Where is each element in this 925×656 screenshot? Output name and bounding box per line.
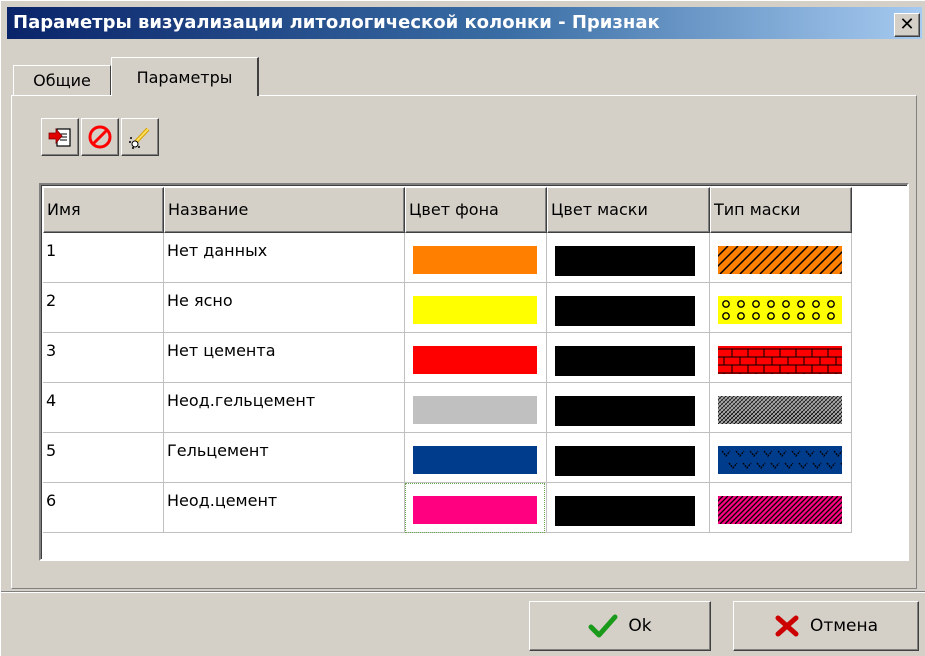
mask-pattern-chevrons	[718, 446, 842, 474]
cell-title-text: Нет цемента	[167, 341, 276, 360]
cell-title-text: Неод.цемент	[167, 491, 278, 510]
import-button[interactable]	[41, 118, 79, 156]
delete-button[interactable]	[81, 118, 119, 156]
cell-mask-color[interactable]	[547, 233, 710, 283]
mask-color-swatch	[555, 346, 695, 376]
column-header-mask-type[interactable]: Тип маски	[710, 187, 852, 233]
column-header-bg-color[interactable]: Цвет фона	[405, 187, 547, 233]
cell-title[interactable]: Не ясно	[164, 283, 405, 333]
cell-bg-color[interactable]	[405, 333, 547, 383]
tab-general-label: Общие	[33, 71, 91, 90]
cell-name-text: 5	[46, 441, 57, 460]
cell-name-text: 4	[46, 391, 57, 410]
mask-color-swatch	[555, 446, 695, 476]
close-button[interactable]: ✕	[894, 13, 920, 37]
cell-name[interactable]: 5	[43, 433, 164, 483]
cell-mask-color[interactable]	[547, 283, 710, 333]
background-color-swatch	[413, 246, 537, 274]
cell-mask-color[interactable]	[547, 433, 710, 483]
cell-title[interactable]: Нет цемента	[164, 333, 405, 383]
cell-mask-color[interactable]	[547, 383, 710, 433]
params-table[interactable]: Имя Название Цвет фона Цвет маски Тип ма…	[39, 183, 909, 561]
cell-name-text: 3	[46, 341, 57, 360]
edit-button[interactable]	[121, 118, 159, 156]
ok-button-label: Ok	[628, 616, 652, 636]
cell-mask-type[interactable]	[710, 283, 852, 333]
cell-mask-color[interactable]	[547, 483, 710, 533]
cell-mask-type[interactable]	[710, 383, 852, 433]
cell-name[interactable]: 6	[43, 483, 164, 533]
mask-pattern-dense-hatch	[718, 496, 842, 524]
mask-color-swatch	[555, 246, 695, 276]
cell-title-text: Не ясно	[167, 291, 233, 310]
footer-divider	[1, 591, 925, 593]
background-color-swatch	[413, 396, 537, 424]
window-title: Параметры визуализации литологической ко…	[13, 12, 660, 33]
mask-pattern-bricks	[718, 346, 842, 374]
cell-mask-type[interactable]	[710, 233, 852, 283]
column-header-name[interactable]: Имя	[43, 187, 164, 233]
tab-general[interactable]: Общие	[13, 65, 111, 95]
column-header-mask-color[interactable]: Цвет маски	[547, 187, 710, 233]
cell-title-text: Гельцемент	[167, 441, 269, 460]
title-bar: Параметры визуализации литологической ко…	[7, 7, 922, 39]
cell-bg-color[interactable]	[405, 283, 547, 333]
tab-parameters-label: Параметры	[136, 67, 233, 87]
mask-color-swatch	[555, 496, 695, 526]
cross-icon	[775, 615, 799, 637]
cell-title[interactable]: Неод.гельцемент	[164, 383, 405, 433]
cell-bg-color[interactable]	[405, 483, 547, 533]
cell-bg-color[interactable]	[405, 233, 547, 283]
cell-name-text: 1	[46, 241, 57, 260]
cell-title[interactable]: Гельцемент	[164, 433, 405, 483]
mask-color-swatch	[555, 296, 695, 326]
background-color-swatch	[413, 296, 537, 324]
import-icon	[48, 127, 71, 147]
cancel-button-label: Отмена	[809, 616, 879, 636]
cell-bg-color[interactable]	[405, 383, 547, 433]
cell-title-text: Неод.гельцемент	[167, 391, 316, 410]
cell-name[interactable]: 1	[43, 233, 164, 283]
column-header-title[interactable]: Название	[164, 187, 405, 233]
ok-button[interactable]: Ok	[529, 601, 711, 651]
cell-title[interactable]: Нет данных	[164, 233, 405, 283]
cell-name[interactable]: 3	[43, 333, 164, 383]
checkmark-icon	[588, 614, 618, 638]
close-icon: ✕	[899, 14, 915, 35]
delete-icon	[88, 125, 112, 149]
dialog-window: Параметры визуализации литологической ко…	[0, 0, 925, 656]
cell-title[interactable]: Неод.цемент	[164, 483, 405, 533]
background-color-swatch	[413, 496, 537, 524]
cell-mask-type[interactable]	[710, 483, 852, 533]
cell-mask-color[interactable]	[547, 333, 710, 383]
cell-title-text: Нет данных	[167, 241, 268, 260]
mask-pattern-circles	[718, 296, 842, 324]
mask-pattern-diagonal-hatch	[718, 246, 842, 274]
cell-name-text: 6	[46, 491, 57, 510]
mask-pattern-crosshatch	[718, 396, 842, 424]
edit-icon	[129, 127, 150, 149]
cell-name[interactable]: 4	[43, 383, 164, 433]
background-color-swatch	[413, 446, 537, 474]
cancel-button[interactable]: Отмена	[733, 601, 919, 651]
cell-name[interactable]: 2	[43, 283, 164, 333]
background-color-swatch	[413, 346, 537, 374]
cell-mask-type[interactable]	[710, 333, 852, 383]
cell-mask-type[interactable]	[710, 433, 852, 483]
cell-name-text: 2	[46, 291, 57, 310]
tab-parameters[interactable]: Параметры	[111, 57, 259, 96]
cell-bg-color[interactable]	[405, 433, 547, 483]
mask-color-swatch	[555, 396, 695, 426]
